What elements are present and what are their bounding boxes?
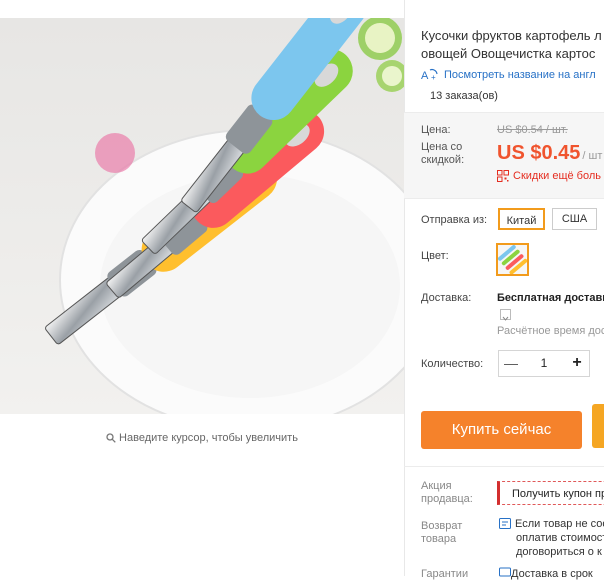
return-label: Возврат товара	[421, 520, 463, 545]
delivery-time: Расчётное время дос	[497, 325, 604, 337]
delivery-label: Доставка:	[421, 292, 472, 304]
color-swatch-multicolor[interactable]	[496, 243, 529, 276]
return-info-icon	[499, 518, 511, 529]
buy-now-button[interactable]: Купить сейчас	[421, 411, 582, 449]
translate-title-link[interactable]: A + Посмотреть название на англ	[421, 68, 596, 82]
qr-code-icon	[497, 170, 509, 182]
zoom-hint: Наведите курсор, чтобы увеличить	[0, 432, 404, 444]
zoom-hint-text: Наведите курсор, чтобы увеличить	[119, 432, 298, 444]
old-price: US $0.54 / шт.	[497, 124, 568, 136]
ship-from-label: Отправка из:	[421, 214, 488, 226]
quantity-decrease-button[interactable]: —	[500, 352, 522, 375]
svg-text:+: +	[431, 73, 436, 81]
divider	[404, 112, 604, 113]
quantity-label: Количество:	[421, 358, 484, 370]
price-label: Цена:	[421, 124, 451, 136]
product-image[interactable]	[0, 18, 404, 414]
get-coupon-button[interactable]: Получить купон пр	[497, 481, 604, 505]
quantity-increase-button[interactable]: +	[566, 352, 588, 375]
orders-count: 13 заказа(ов)	[430, 90, 498, 102]
ship-from-option-usa[interactable]: США	[552, 208, 597, 230]
guarantee-text: Доставка в срок	[499, 566, 593, 580]
quantity-input[interactable]: 1	[524, 352, 564, 375]
translate-icon: A +	[421, 68, 438, 82]
color-label: Цвет:	[421, 250, 449, 262]
divider	[404, 198, 604, 199]
ship-from-option-china[interactable]: Китай	[498, 208, 545, 230]
delivery-guarantee-icon	[499, 567, 511, 577]
discount-price: US $0.45/ шт	[497, 142, 603, 164]
svg-text:A: A	[421, 70, 429, 81]
product-title: Кусочки фруктов картофель л овощей Овоще…	[421, 28, 602, 61]
divider	[404, 466, 604, 467]
add-to-cart-button[interactable]	[592, 404, 604, 448]
seller-promo-label: Акция продавца:	[421, 480, 473, 505]
discount-price-label: Цена со скидкой:	[421, 141, 465, 166]
divider	[404, 0, 405, 576]
magnifier-icon	[106, 433, 116, 443]
delivery-value: Бесплатная доставк	[497, 292, 604, 304]
chevron-down-icon[interactable]	[500, 309, 511, 321]
guarantee-label: Гарантии	[421, 568, 469, 580]
more-discounts-link[interactable]: Скидки ещё боль	[497, 170, 601, 182]
return-policy-text: Если товар не соо оплатив стоимост догов…	[499, 517, 604, 559]
